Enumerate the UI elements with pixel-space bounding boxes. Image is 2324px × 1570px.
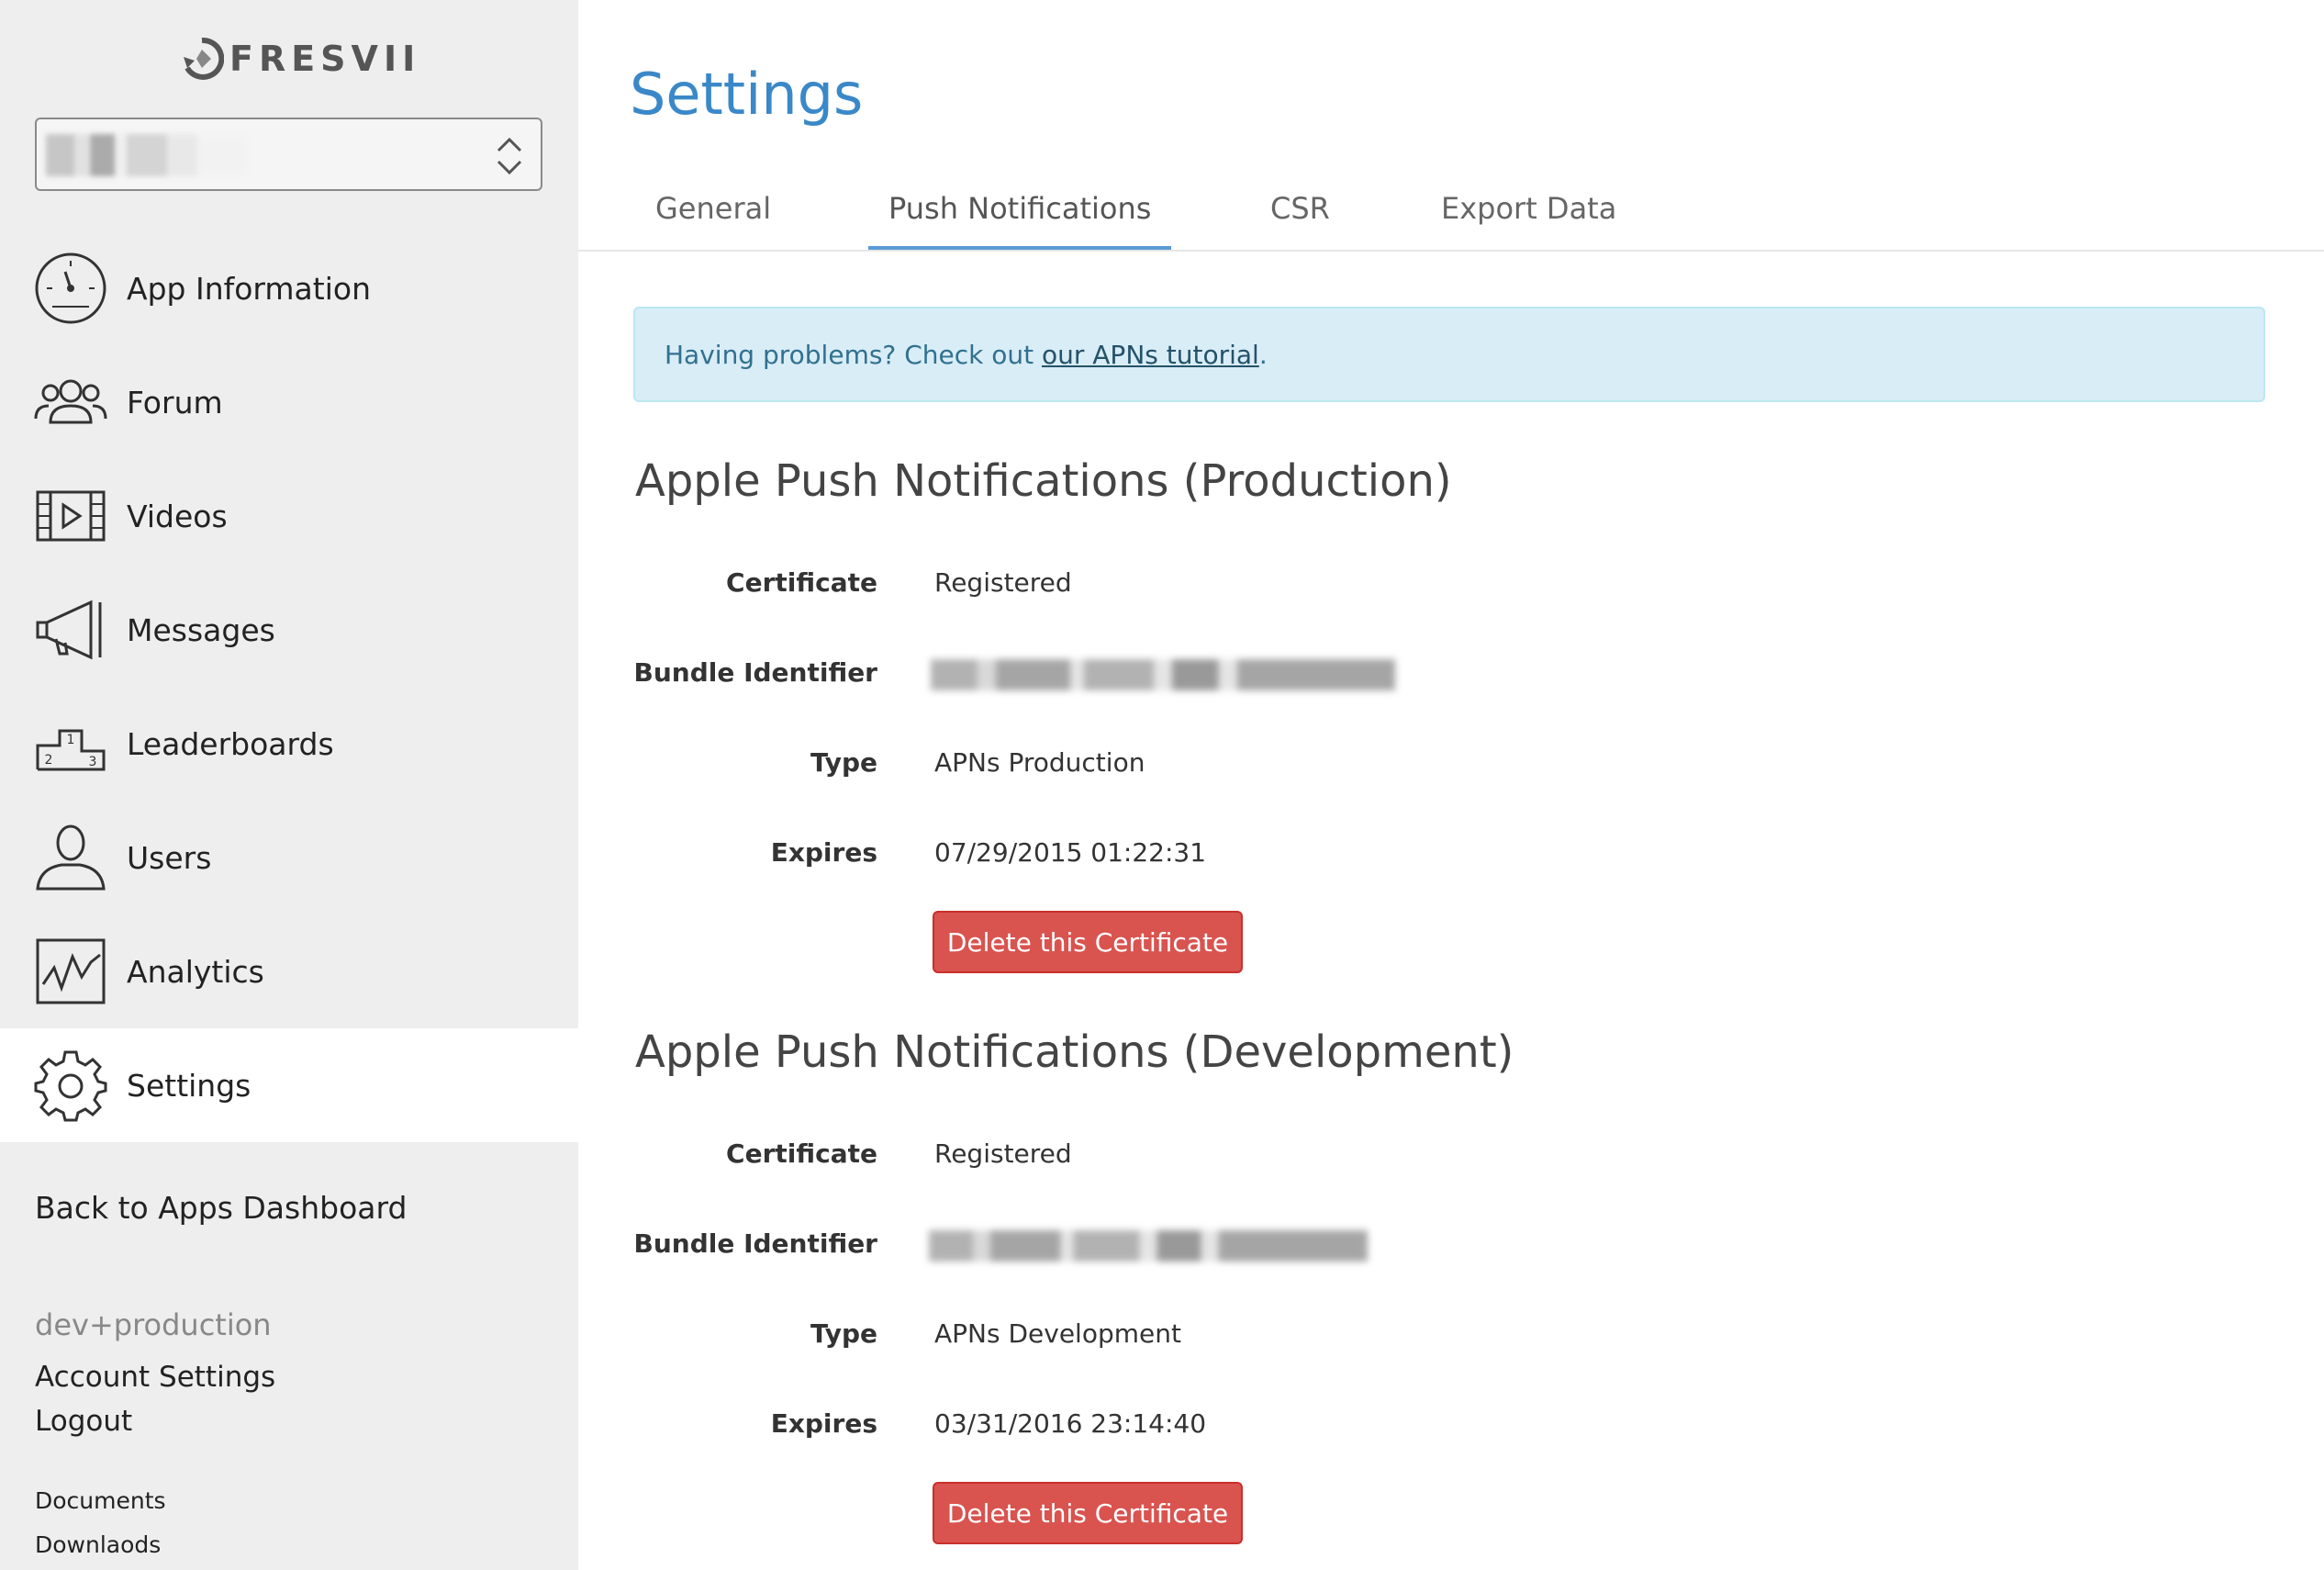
tab-general[interactable]: General: [635, 191, 791, 250]
downloads-link[interactable]: Downlaods: [35, 1531, 161, 1558]
apns-tutorial-link[interactable]: our APNs tutorial: [1042, 340, 1259, 370]
development-bundle-value: [929, 1230, 1368, 1262]
page-title: Settings: [630, 61, 864, 128]
development-certificate-label: Certificate: [726, 1138, 877, 1169]
production-certificate-label: Certificate: [726, 567, 877, 598]
account-settings-link[interactable]: Account Settings: [35, 1361, 275, 1394]
development-expires-value: 03/31/2016 23:14:40: [934, 1408, 1207, 1439]
alert-text: Having problems? Check out: [665, 340, 1042, 370]
back-to-apps-dashboard-link[interactable]: Back to Apps Dashboard: [35, 1190, 407, 1226]
sidebar: FRESVII App Information Forum Videos Mes…: [0, 0, 578, 1570]
film-play-icon: [33, 478, 108, 554]
development-certificate-value: Registered: [934, 1138, 1072, 1169]
sidebar-item-videos[interactable]: Videos: [0, 459, 578, 573]
svg-text:1: 1: [67, 733, 75, 747]
production-expires-label: Expires: [770, 837, 877, 868]
sidebar-item-analytics[interactable]: Analytics: [0, 914, 578, 1028]
production-expires-value: 07/29/2015 01:22:31: [934, 837, 1207, 868]
sidebar-item-settings[interactable]: Settings: [0, 1028, 578, 1142]
logout-link[interactable]: Logout: [35, 1405, 132, 1438]
development-bundle-label: Bundle Identifier: [633, 1228, 877, 1259]
sidebar-item-label: Videos: [127, 498, 228, 534]
documents-link[interactable]: Documents: [35, 1487, 166, 1514]
tab-csr[interactable]: CSR: [1250, 191, 1350, 250]
delete-production-certificate-button[interactable]: Delete this Certificate: [933, 911, 1243, 973]
sidebar-nav: App Information Forum Videos Messages 1 …: [0, 231, 578, 1142]
sidebar-item-app-information[interactable]: App Information: [0, 231, 578, 345]
svg-text:3: 3: [89, 755, 97, 769]
development-expires-label: Expires: [770, 1408, 877, 1439]
sidebar-item-label: Messages: [127, 611, 275, 648]
sidebar-item-label: Forum: [127, 384, 223, 421]
info-alert: Having problems? Check out our APNs tuto…: [633, 307, 2265, 402]
sidebar-item-label: App Information: [127, 270, 371, 307]
fresvii-logo-icon: [184, 37, 224, 80]
sidebar-item-label: Settings: [127, 1067, 251, 1104]
dashboard-gauge-icon: [33, 251, 108, 326]
development-section-title: Apple Push Notifications (Development): [635, 1026, 1514, 1078]
production-type-value: APNs Production: [934, 747, 1145, 778]
development-type-label: Type: [810, 1318, 877, 1349]
settings-tabs: General Push Notifications CSR Export Da…: [578, 174, 2324, 252]
sidebar-item-label: Analytics: [127, 953, 264, 990]
production-certificate-value: Registered: [934, 567, 1072, 598]
megaphone-icon: [33, 592, 108, 667]
tab-push-notifications[interactable]: Push Notifications: [868, 191, 1172, 250]
app-selector[interactable]: [35, 118, 542, 191]
logo-text: FRESVII: [229, 39, 421, 79]
alert-suffix: .: [1258, 340, 1268, 370]
development-type-value: APNs Development: [934, 1318, 1181, 1349]
sidebar-item-messages[interactable]: Messages: [0, 573, 578, 687]
account-username: dev+production: [35, 1307, 272, 1342]
main-content: Settings General Push Notifications CSR …: [578, 0, 2324, 1570]
gear-icon: [33, 1048, 108, 1123]
user-silhouette-icon: [33, 820, 108, 895]
fresvii-logo[interactable]: FRESVII: [180, 33, 420, 84]
production-bundle-label: Bundle Identifier: [633, 657, 877, 688]
production-bundle-value: [931, 659, 1395, 690]
sidebar-item-label: Leaderboards: [127, 725, 334, 762]
line-graph-icon: [33, 934, 108, 1009]
sidebar-item-label: Users: [127, 839, 212, 876]
sidebar-item-users[interactable]: Users: [0, 801, 578, 914]
up-down-chevron-icon: [497, 137, 522, 175]
production-type-label: Type: [810, 747, 877, 778]
people-group-icon: [33, 364, 108, 440]
delete-development-certificate-button[interactable]: Delete this Certificate: [933, 1482, 1243, 1544]
podium-icon: 1 2 3: [33, 706, 108, 781]
sidebar-item-forum[interactable]: Forum: [0, 345, 578, 459]
app-selector-value: [46, 134, 248, 176]
tab-export-data[interactable]: Export Data: [1421, 191, 1637, 250]
svg-text:2: 2: [45, 753, 53, 768]
sidebar-item-leaderboards[interactable]: 1 2 3 Leaderboards: [0, 687, 578, 801]
production-section-title: Apple Push Notifications (Production): [635, 455, 1452, 507]
